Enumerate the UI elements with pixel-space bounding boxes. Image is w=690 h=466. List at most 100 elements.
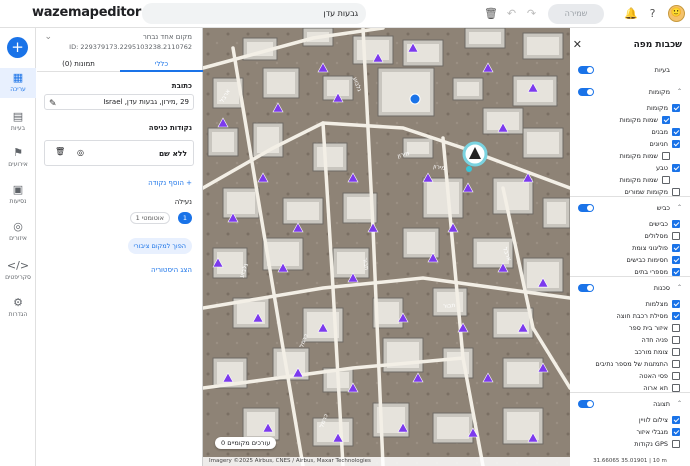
layer-row-19[interactable]: איזור בית ספר xyxy=(578,322,682,334)
layer-row-25[interactable]: תצוגה ⌃ xyxy=(578,398,682,410)
layer-row-28[interactable]: GPS נקודות xyxy=(578,438,682,450)
layer-checkbox[interactable] xyxy=(662,116,670,124)
layer-checkbox[interactable] xyxy=(672,312,680,320)
layer-checkbox[interactable] xyxy=(672,360,680,368)
layer-checkbox[interactable] xyxy=(672,128,680,136)
layer-label: בעיות xyxy=(654,66,670,74)
address-field[interactable]: 29 ,מירון, גבעות עדן, Israel ✎ xyxy=(44,94,194,110)
layer-row-23[interactable]: פסי האטה xyxy=(578,370,682,382)
section-divider xyxy=(570,276,690,277)
nav-events[interactable]: ⚑ אירועים xyxy=(0,146,36,168)
add-entry-point-link[interactable]: + הוסף נקודה xyxy=(148,179,192,187)
lock-level-1[interactable]: 1 xyxy=(178,212,192,224)
trash-icon[interactable]: 🗑 xyxy=(55,147,65,156)
chevron-up-icon[interactable]: ⌃ xyxy=(677,398,682,410)
close-icon[interactable]: ✕ xyxy=(573,38,582,51)
tab-general[interactable]: כללי xyxy=(120,56,203,72)
pencil-icon[interactable]: ✎ xyxy=(49,97,57,111)
layer-checkbox[interactable] xyxy=(672,104,680,112)
avatar[interactable]: 🙂 xyxy=(668,5,685,22)
layer-row-5[interactable]: חניונים xyxy=(578,138,682,150)
layer-row-2[interactable]: מקומות xyxy=(578,102,682,114)
layer-toggle[interactable] xyxy=(578,204,594,212)
nav-drives[interactable]: ▣ נסיעות xyxy=(0,183,36,205)
chevron-down-icon[interactable]: ⌄ xyxy=(42,32,52,42)
layer-checkbox[interactable] xyxy=(672,256,680,264)
layer-checkbox[interactable] xyxy=(672,384,680,392)
layer-row-1[interactable]: מקומות ⌃ xyxy=(578,86,682,98)
local-editors-pill[interactable]: עורכים מקומיים 0 xyxy=(215,437,277,449)
layer-label: מסילת רכבת חוצה xyxy=(616,312,668,320)
layer-row-11[interactable]: כבישים xyxy=(578,218,682,230)
nav-edit[interactable]: ▦ עריכה xyxy=(0,68,36,98)
layer-label: איזור בית ספר xyxy=(628,324,668,332)
redo-icon[interactable]: ↷ xyxy=(525,7,538,20)
layer-toggle[interactable] xyxy=(578,88,594,96)
layer-checkbox[interactable] xyxy=(672,300,680,308)
layer-toggle[interactable] xyxy=(578,284,594,292)
save-button[interactable]: שמירה xyxy=(548,4,604,24)
layer-checkbox[interactable] xyxy=(672,188,680,196)
search-input[interactable]: גבעות עדן xyxy=(142,3,366,24)
layer-row-21[interactable]: צומת מורכב xyxy=(578,346,682,358)
chevron-up-icon[interactable]: ⌃ xyxy=(677,202,682,214)
layer-checkbox[interactable] xyxy=(672,232,680,240)
layer-checkbox[interactable] xyxy=(672,336,680,344)
chevron-up-icon[interactable]: ⌃ xyxy=(677,282,682,294)
building-roof xyxy=(407,142,429,154)
layer-row-20[interactable]: פניה חדה xyxy=(578,334,682,346)
satellite-map[interactable]: מירוןמירוןארבלגלבועגלבועכרמלתבורתבורארבל… xyxy=(203,28,570,466)
tab-photos[interactable]: תמונות (0) xyxy=(37,56,120,72)
layer-row-18[interactable]: מסילת רכבת חוצה xyxy=(578,310,682,322)
convert-public-button[interactable]: הפוך למקום ציבורי xyxy=(127,238,192,254)
layer-checkbox[interactable] xyxy=(672,140,680,148)
layer-row-14[interactable]: חסימות כבישים xyxy=(578,254,682,266)
layer-row-4[interactable]: מבנים xyxy=(578,126,682,138)
layer-row-6[interactable]: שמות מקומות xyxy=(578,150,682,162)
layer-checkbox[interactable] xyxy=(672,324,680,332)
lock-auto[interactable]: אוטומטי 1 xyxy=(129,212,170,224)
add-button[interactable]: + xyxy=(7,37,28,58)
layer-row-10[interactable]: כביש ⌃ xyxy=(578,202,682,214)
target-icon[interactable]: ◎ xyxy=(77,148,84,157)
layer-row-26[interactable]: צילום לוויין xyxy=(578,414,682,426)
layer-row-8[interactable]: שמות מקומות xyxy=(578,174,682,186)
layer-row-27[interactable]: מגבלי איזור xyxy=(578,426,682,438)
layer-toggle[interactable] xyxy=(578,66,594,74)
nav-issues[interactable]: ▤ בעיות xyxy=(0,110,36,132)
layer-checkbox[interactable] xyxy=(662,152,670,160)
help-icon[interactable]: ? xyxy=(646,7,659,20)
waze-logo[interactable]: wazemapeditor xyxy=(32,5,141,20)
chevron-up-icon[interactable]: ⌃ xyxy=(677,86,682,98)
layer-checkbox[interactable] xyxy=(672,372,680,380)
nav-areas[interactable]: ◎ איזורים xyxy=(0,220,36,242)
layer-row-17[interactable]: מצלמות xyxy=(578,298,682,310)
layer-checkbox[interactable] xyxy=(672,348,680,356)
trash-icon[interactable]: 🗑 xyxy=(484,7,498,20)
layer-label: מגבלי איזור xyxy=(636,428,668,436)
layer-row-13[interactable]: פוליגוני צומת xyxy=(578,242,682,254)
layer-checkbox[interactable] xyxy=(672,416,680,424)
undo-icon[interactable]: ↶ xyxy=(505,7,518,20)
entry-point-row[interactable]: ללא שם ◎ 🗑 xyxy=(44,140,194,166)
bell-icon[interactable]: 🔔 xyxy=(624,7,638,20)
layer-checkbox[interactable] xyxy=(662,176,670,184)
section-divider xyxy=(570,196,690,197)
map-canvas[interactable]: מירון מירון ארבל גלבוע גלבוע כרמל תבור תבור ארבל… xyxy=(203,28,570,466)
layer-checkbox[interactable] xyxy=(672,164,680,172)
layer-row-0[interactable]: בעיות xyxy=(578,64,682,76)
nav-scripts[interactable]: </> סקריפטים xyxy=(0,259,36,281)
layer-row-22[interactable]: התמזגות של מספר נתיבים xyxy=(578,358,682,370)
layer-row-16[interactable]: סכנות ⌃ xyxy=(578,282,682,294)
layer-checkbox[interactable] xyxy=(672,440,680,448)
layer-checkbox[interactable] xyxy=(672,220,680,228)
layer-row-7[interactable]: טבע xyxy=(578,162,682,174)
layer-row-12[interactable]: מסלולים xyxy=(578,230,682,242)
show-history-link[interactable]: הצג היסטוריה xyxy=(151,266,192,274)
layer-checkbox[interactable] xyxy=(672,268,680,276)
layer-checkbox[interactable] xyxy=(672,428,680,436)
layer-checkbox[interactable] xyxy=(672,244,680,252)
nav-settings[interactable]: ⚙ הגדרות xyxy=(0,296,36,318)
layer-row-3[interactable]: שמות מקומות xyxy=(578,114,682,126)
layer-toggle[interactable] xyxy=(578,400,594,408)
